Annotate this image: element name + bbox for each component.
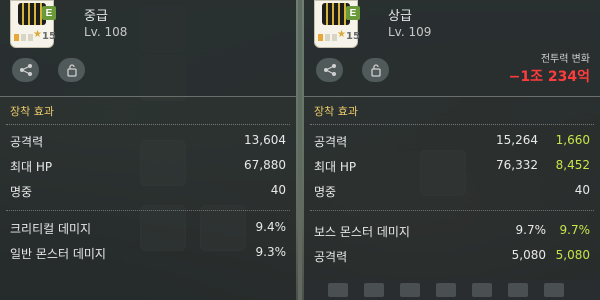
- potential-label: 보스 몬스터 데미지: [314, 225, 410, 239]
- star-icon: ★: [33, 29, 42, 40]
- quick-slot[interactable]: [436, 283, 456, 297]
- stat-label: 최대 HP: [10, 160, 53, 174]
- potential-row: 보스 몬스터 데미지 9.7% 9.7%: [314, 223, 590, 243]
- quick-slot[interactable]: [400, 283, 420, 297]
- stat-row: 최대 HP 67,880: [10, 158, 286, 178]
- stat-label: 공격력: [10, 135, 44, 149]
- potential-diff: 5,080: [555, 248, 590, 262]
- stat-row: 명중 40: [314, 183, 590, 203]
- stat-value: 13,604: [244, 133, 286, 147]
- potential-value: 5,080: [511, 248, 546, 262]
- divider: [0, 96, 296, 97]
- potential-diff: 9.7%: [559, 223, 591, 237]
- lock-button[interactable]: [58, 58, 85, 82]
- power-change-label: 전투력 변화: [540, 54, 590, 65]
- item-grade: 상급: [388, 9, 412, 24]
- quick-slot[interactable]: [364, 283, 384, 297]
- section-title-equip-effect: 장착 효과: [10, 105, 54, 118]
- divider: [310, 124, 594, 125]
- quick-slot-bar: [304, 280, 600, 300]
- item-grade: 중급: [84, 9, 108, 24]
- divider: [310, 210, 594, 211]
- divider: [6, 210, 290, 211]
- item-tooltip-current: E ★ 15 중급 Lv. 108 장착 효과 공격력 13,604 최대 HP…: [0, 0, 296, 300]
- share-icon: [19, 64, 32, 76]
- item-level: Lv. 108: [84, 25, 128, 39]
- potential-label: 일반 몬스터 데미지: [10, 247, 106, 261]
- quick-slot[interactable]: [508, 283, 528, 297]
- stat-diff: 8,452: [555, 158, 590, 172]
- share-button[interactable]: [12, 58, 39, 82]
- potential-label: 크리티컬 데미지: [10, 222, 92, 236]
- potential-value: 9.4%: [255, 220, 287, 234]
- lock-button[interactable]: [362, 58, 389, 82]
- potential-row: 일반 몬스터 데미지 9.3%: [10, 245, 286, 265]
- lock-icon: [66, 64, 77, 77]
- grade-badge: E: [42, 6, 56, 20]
- grade-badge: E: [346, 6, 360, 20]
- stat-label: 명중: [10, 185, 33, 199]
- panel-divider: [298, 0, 302, 300]
- quick-slot[interactable]: [472, 283, 492, 297]
- stat-row: 명중 40: [10, 183, 286, 203]
- potential-value: 9.3%: [255, 245, 287, 259]
- slot-bars: [318, 34, 337, 41]
- stat-value: 67,880: [244, 158, 286, 172]
- stat-label: 최대 HP: [314, 160, 357, 174]
- divider: [6, 124, 290, 125]
- stat-value: 76,332: [496, 158, 538, 172]
- tooltip-header: E ★ 15 중급 Lv. 108: [0, 0, 296, 96]
- potential-label: 공격력: [314, 250, 348, 264]
- stat-value: 40: [574, 183, 590, 197]
- slot-bars: [14, 34, 33, 41]
- stat-label: 명중: [314, 185, 337, 199]
- quick-slot[interactable]: [328, 283, 348, 297]
- star-icon: ★: [337, 29, 346, 40]
- stat-row: 공격력 15,264 1,660: [314, 133, 590, 153]
- share-icon: [323, 64, 336, 76]
- stat-row: 최대 HP 76,332 8,452: [314, 158, 590, 178]
- quick-slot[interactable]: [544, 283, 564, 297]
- stat-value: 15,264: [496, 133, 538, 147]
- item-tooltip-compare: E ★ 15 상급 Lv. 109 전투력 변화 −1조 234억 장착 효과 …: [304, 0, 600, 300]
- stat-label: 공격력: [314, 135, 348, 149]
- potential-row: 크리티컬 데미지 9.4%: [10, 220, 286, 240]
- section-title-equip-effect: 장착 효과: [314, 105, 358, 118]
- divider: [304, 96, 600, 97]
- potential-value: 9.7%: [515, 223, 547, 237]
- stat-diff: 1,660: [555, 133, 590, 147]
- power-change-value: −1조 234억: [508, 69, 590, 85]
- item-icon[interactable]: E ★ 15: [314, 0, 360, 48]
- tooltip-header: E ★ 15 상급 Lv. 109 전투력 변화 −1조 234억: [304, 0, 600, 96]
- item-level: Lv. 109: [388, 25, 432, 39]
- stat-value: 40: [270, 183, 286, 197]
- star-level: 15: [346, 31, 360, 42]
- potential-row: 공격력 5,080 5,080: [314, 248, 590, 268]
- lock-icon: [370, 64, 381, 77]
- stat-row: 공격력 13,604: [10, 133, 286, 153]
- share-button[interactable]: [316, 58, 343, 82]
- star-level: 15: [42, 31, 56, 42]
- item-icon[interactable]: E ★ 15: [10, 0, 56, 48]
